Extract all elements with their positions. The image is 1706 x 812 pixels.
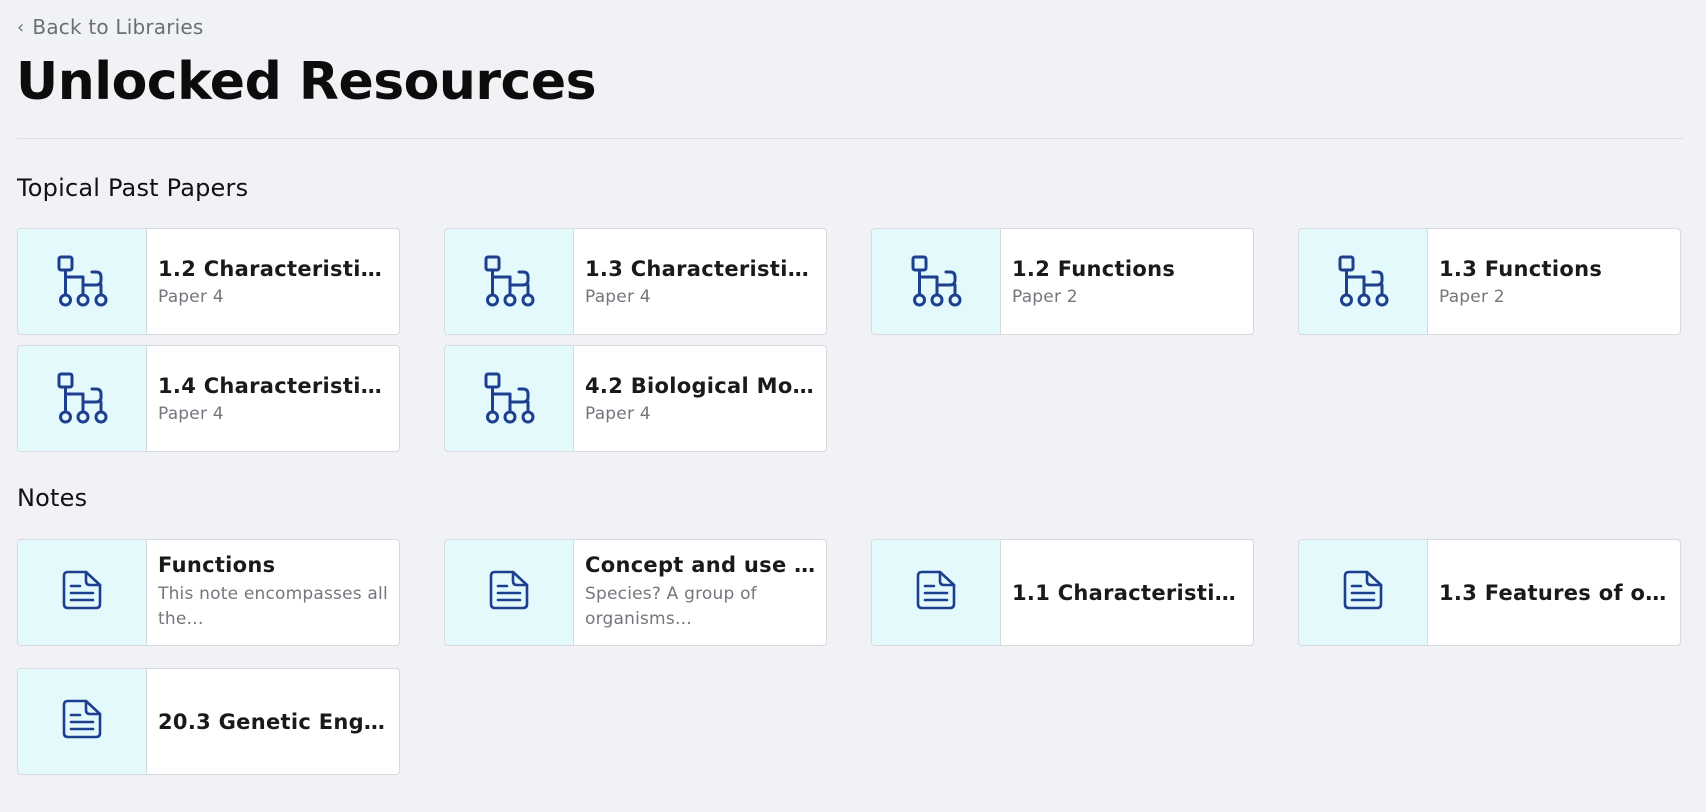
paper-title: 1.4 Characteristics a… [158,373,389,398]
section-heading-notes: Notes [17,484,88,512]
paper-subtitle: Paper 4 [585,403,651,424]
paper-card[interactable]: 1.2 Functions Paper 2 [871,228,1254,335]
paper-title: 1.3 Characteristics a… [585,256,816,281]
note-icon [1337,565,1389,621]
hierarchy-icon [1335,252,1391,312]
paper-subtitle: Paper 4 [158,403,224,424]
note-icon [910,565,962,621]
note-thumbnail [1299,540,1428,645]
paper-title: 1.2 Functions [1012,256,1176,281]
hierarchy-icon [908,252,964,312]
paper-subtitle: Paper 2 [1439,286,1505,307]
section-heading-papers: Topical Past Papers [17,174,249,202]
note-thumbnail [18,540,147,645]
note-description: Species? A group of organisms… [585,584,757,629]
note-thumbnail [18,669,147,774]
hierarchy-icon [481,252,537,312]
paper-card[interactable]: 1.3 Functions Paper 2 [1298,228,1681,335]
note-card[interactable]: 1.3 Features of organ… [1298,539,1681,646]
note-thumbnail [445,540,574,645]
note-card[interactable]: 1.1 Characteristics of… [871,539,1254,646]
paper-thumbnail [18,346,147,451]
paper-card[interactable]: 4.2 Biological Molec… Paper 4 [444,345,827,452]
note-title: 1.1 Characteristics of… [1012,580,1243,605]
note-card[interactable]: Concept and use of … Species? A group of… [444,539,827,646]
paper-card[interactable]: 1.4 Characteristics a… Paper 4 [17,345,400,452]
note-title: Concept and use of … [585,553,816,577]
paper-title: 4.2 Biological Molec… [585,373,816,398]
note-title: Functions [158,553,276,577]
note-icon [56,565,108,621]
back-link-label: Back to Libraries [32,15,204,39]
paper-thumbnail [1299,229,1428,334]
paper-subtitle: Paper 2 [1012,286,1078,307]
note-title: 1.3 Features of organ… [1439,580,1670,605]
back-to-libraries-link[interactable]: ‹ Back to Libraries [17,15,204,39]
note-description: This note encompasses all the… [158,584,388,629]
note-title: 20.3 Genetic Engine… [158,709,389,734]
paper-title: 1.3 Functions [1439,256,1603,281]
note-card[interactable]: Functions This note encompasses all the… [17,539,400,646]
paper-card[interactable]: 1.3 Characteristics a… Paper 4 [444,228,827,335]
paper-title: 1.2 Characteristics a… [158,256,389,281]
unlocked-resources-page: ‹ Back to Libraries Unlocked Resources T… [0,0,1706,812]
notes-grid: Functions This note encompasses all the… [17,539,1684,775]
note-icon [56,694,108,750]
paper-subtitle: Paper 4 [158,286,224,307]
hierarchy-icon [54,369,110,429]
hierarchy-icon [481,369,537,429]
hierarchy-icon [54,252,110,312]
paper-thumbnail [445,346,574,451]
paper-subtitle: Paper 4 [585,286,651,307]
paper-thumbnail [18,229,147,334]
chevron-left-icon: ‹ [17,16,25,38]
papers-grid: 1.2 Characteristics a… Paper 4 [17,228,1684,452]
header-divider [17,138,1683,139]
note-thumbnail [872,540,1001,645]
paper-thumbnail [445,229,574,334]
note-card[interactable]: 20.3 Genetic Engine… [17,668,400,775]
note-icon [483,565,535,621]
page-title: Unlocked Resources [16,52,597,112]
paper-thumbnail [872,229,1001,334]
paper-card[interactable]: 1.2 Characteristics a… Paper 4 [17,228,400,335]
